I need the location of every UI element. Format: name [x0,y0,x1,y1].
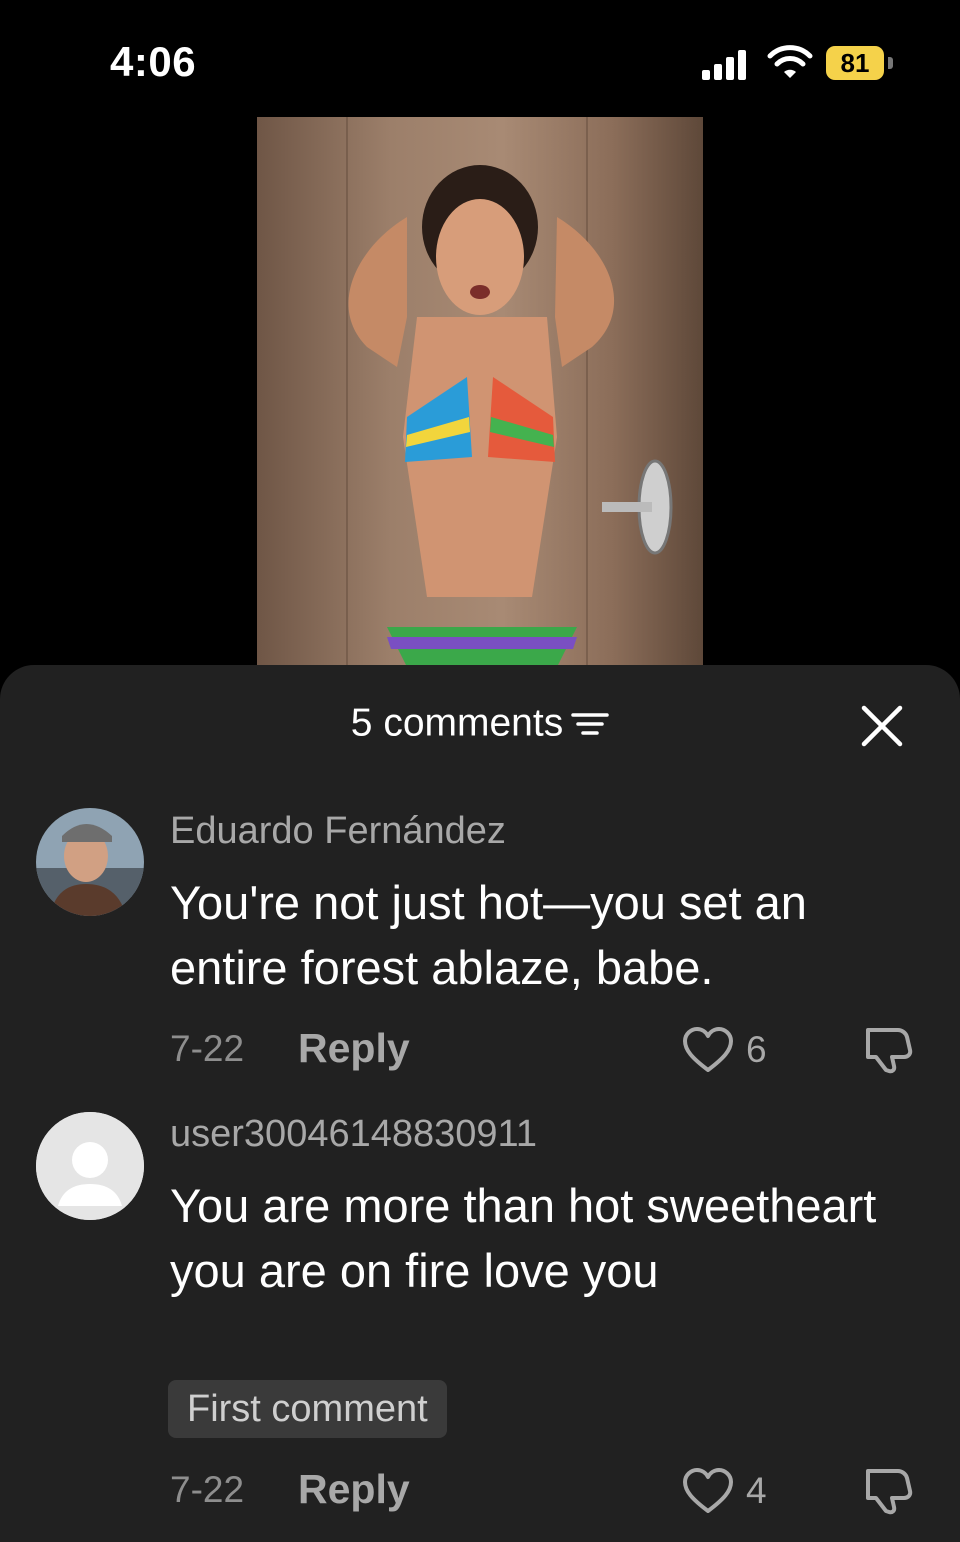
cellular-signal-icon [702,50,746,80]
comment-username[interactable]: user30046148830911 [170,1113,537,1156]
comment-date: 7-22 [170,1469,245,1510]
battery-level: 81 [840,48,870,78]
first-comment-badge: First comment [168,1380,447,1438]
reply-button[interactable]: Reply [298,1025,410,1072]
comments-header: 5 comments [0,700,960,746]
heart-icon[interactable] [682,1467,734,1515]
wifi-icon [767,45,813,78]
thumbs-down-icon[interactable] [862,1024,914,1074]
comment-date: 7-22 [170,1028,245,1069]
comment-text: You are more than hot sweetheart you are… [170,1179,877,1297]
avatar[interactable] [36,1112,144,1220]
comments-sheet [0,665,960,1542]
heart-icon[interactable] [682,1026,734,1074]
status-bar: 4:06 81 [0,0,960,120]
user-avatar-photo [36,808,144,916]
like-count: 6 [746,1029,767,1070]
status-time: 4:06 [110,38,197,85]
reply-button[interactable]: Reply [298,1466,410,1513]
thumbs-down-icon[interactable] [862,1465,914,1515]
close-icon[interactable] [860,704,904,748]
sort-filter-icon[interactable] [571,709,609,739]
battery-icon: 81 [826,46,898,82]
comment-username[interactable]: Eduardo Fernández [170,810,506,853]
like-count: 4 [746,1470,767,1511]
avatar[interactable] [36,808,144,916]
photo-illustration [346,117,673,667]
comment-text: You're not just hot—you set an entire fo… [170,876,807,994]
comments-count: 5 comments [350,701,564,745]
post-image[interactable] [257,117,703,667]
default-avatar-icon [36,1112,144,1220]
